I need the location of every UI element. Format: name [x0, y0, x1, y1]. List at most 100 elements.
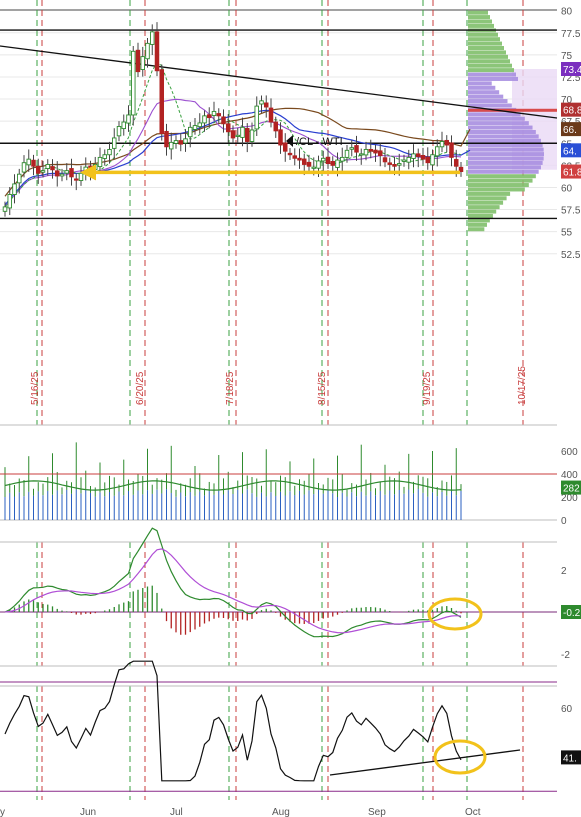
candle — [244, 127, 250, 142]
profile-bar — [468, 116, 525, 121]
macd-tag-label: -0.2 — [563, 608, 581, 619]
profile-bar — [468, 68, 514, 73]
price-tick-label: 55 — [561, 228, 573, 239]
candle — [121, 121, 126, 130]
profile-bar — [468, 191, 511, 196]
candle — [349, 147, 355, 150]
price-tick-label: 60 — [561, 183, 573, 194]
profile-bar — [468, 90, 500, 95]
date-mark-label: 5/16/25 — [30, 371, 41, 405]
candle — [259, 100, 264, 105]
profile-bar — [468, 63, 512, 68]
profile-bar — [468, 32, 498, 37]
volume-tick-label: 400 — [561, 470, 578, 481]
candle — [206, 114, 212, 119]
month-label: Oct — [465, 807, 481, 817]
candle — [140, 56, 145, 70]
candle — [64, 170, 69, 174]
profile-bar — [468, 72, 516, 77]
candle — [225, 123, 231, 133]
profile-bar — [468, 187, 525, 192]
candle — [444, 139, 450, 146]
rsi-indicator — [0, 660, 557, 792]
candle — [387, 162, 393, 165]
profile-bar — [468, 209, 497, 214]
candle — [21, 162, 27, 173]
price-tick-label: 77.5 — [561, 29, 581, 40]
candle — [230, 130, 236, 139]
candle — [368, 148, 374, 152]
candle — [178, 140, 183, 145]
price-tick-label: 80 — [561, 7, 573, 18]
candle — [221, 116, 226, 125]
profile-bar — [468, 121, 529, 126]
candle — [406, 156, 412, 163]
profile-bar — [468, 200, 504, 205]
macd-indicator — [0, 527, 557, 638]
candle — [454, 159, 459, 167]
candle — [335, 159, 340, 168]
candle — [73, 178, 79, 181]
candle — [316, 160, 321, 169]
price-tag-label: 68.8 — [563, 106, 581, 117]
candle — [216, 113, 221, 117]
candle — [411, 153, 416, 159]
candle — [130, 50, 136, 116]
profile-bar — [468, 205, 500, 210]
candle — [173, 140, 179, 144]
rsi-trendline — [329, 749, 521, 776]
candle — [401, 159, 407, 162]
candle — [235, 134, 240, 137]
price-tag-label: 73.4 — [563, 65, 581, 76]
profile-bar — [468, 227, 485, 232]
profile-bar — [468, 160, 543, 165]
date-mark-label: 8/15/25 — [317, 371, 328, 405]
rsi-tag-label: 41. — [563, 753, 577, 764]
profile-bar — [468, 213, 493, 218]
profile-bar — [468, 85, 496, 90]
support-arrow — [80, 164, 460, 181]
volume-panel: 600 400 200 0 282 — [0, 424, 581, 527]
month-label: Sep — [368, 807, 386, 817]
profile-bar — [468, 156, 544, 161]
candle — [378, 150, 383, 157]
candle — [240, 126, 245, 138]
profile-bar — [468, 23, 494, 28]
price-panel: /CL - WTI 5/16/25 6/20/25 7/18/25 8/15/25 9/… — [0, 0, 581, 800]
candle — [97, 156, 103, 168]
candle — [321, 157, 326, 162]
profile-bar — [468, 125, 533, 130]
date-mark-label: 6/20/25 — [135, 371, 146, 405]
month-label: Aug — [272, 807, 290, 817]
rsi-line — [4, 660, 462, 782]
price-tick-label: 57.5 — [561, 206, 581, 217]
rsi-axis: 604041. — [561, 704, 581, 767]
macd-panel: 2 -2 -0.2 — [0, 527, 581, 667]
candle — [382, 157, 388, 163]
candle — [306, 161, 312, 167]
macd-axis: 2 -2 -0.2 — [561, 566, 581, 661]
month-label: y — [0, 807, 5, 817]
candle — [344, 149, 350, 158]
candle — [126, 114, 131, 124]
candle — [168, 141, 174, 150]
candle — [278, 129, 283, 146]
candle — [264, 102, 269, 108]
month-axis: y Jun Jul Aug Sep Oct — [0, 807, 481, 817]
profile-bar — [468, 165, 541, 170]
candle — [354, 145, 359, 153]
candle — [78, 172, 84, 182]
candle — [31, 159, 36, 167]
candle — [2, 206, 8, 212]
candle — [302, 158, 307, 165]
candle — [268, 107, 274, 123]
rsi-panel: 604041. — [0, 660, 581, 792]
candle — [449, 142, 454, 158]
candle — [435, 146, 440, 157]
candle — [40, 170, 46, 173]
candle — [145, 42, 150, 60]
candle — [36, 165, 41, 174]
candle — [287, 152, 293, 156]
candle — [183, 138, 188, 144]
candle — [430, 154, 435, 166]
